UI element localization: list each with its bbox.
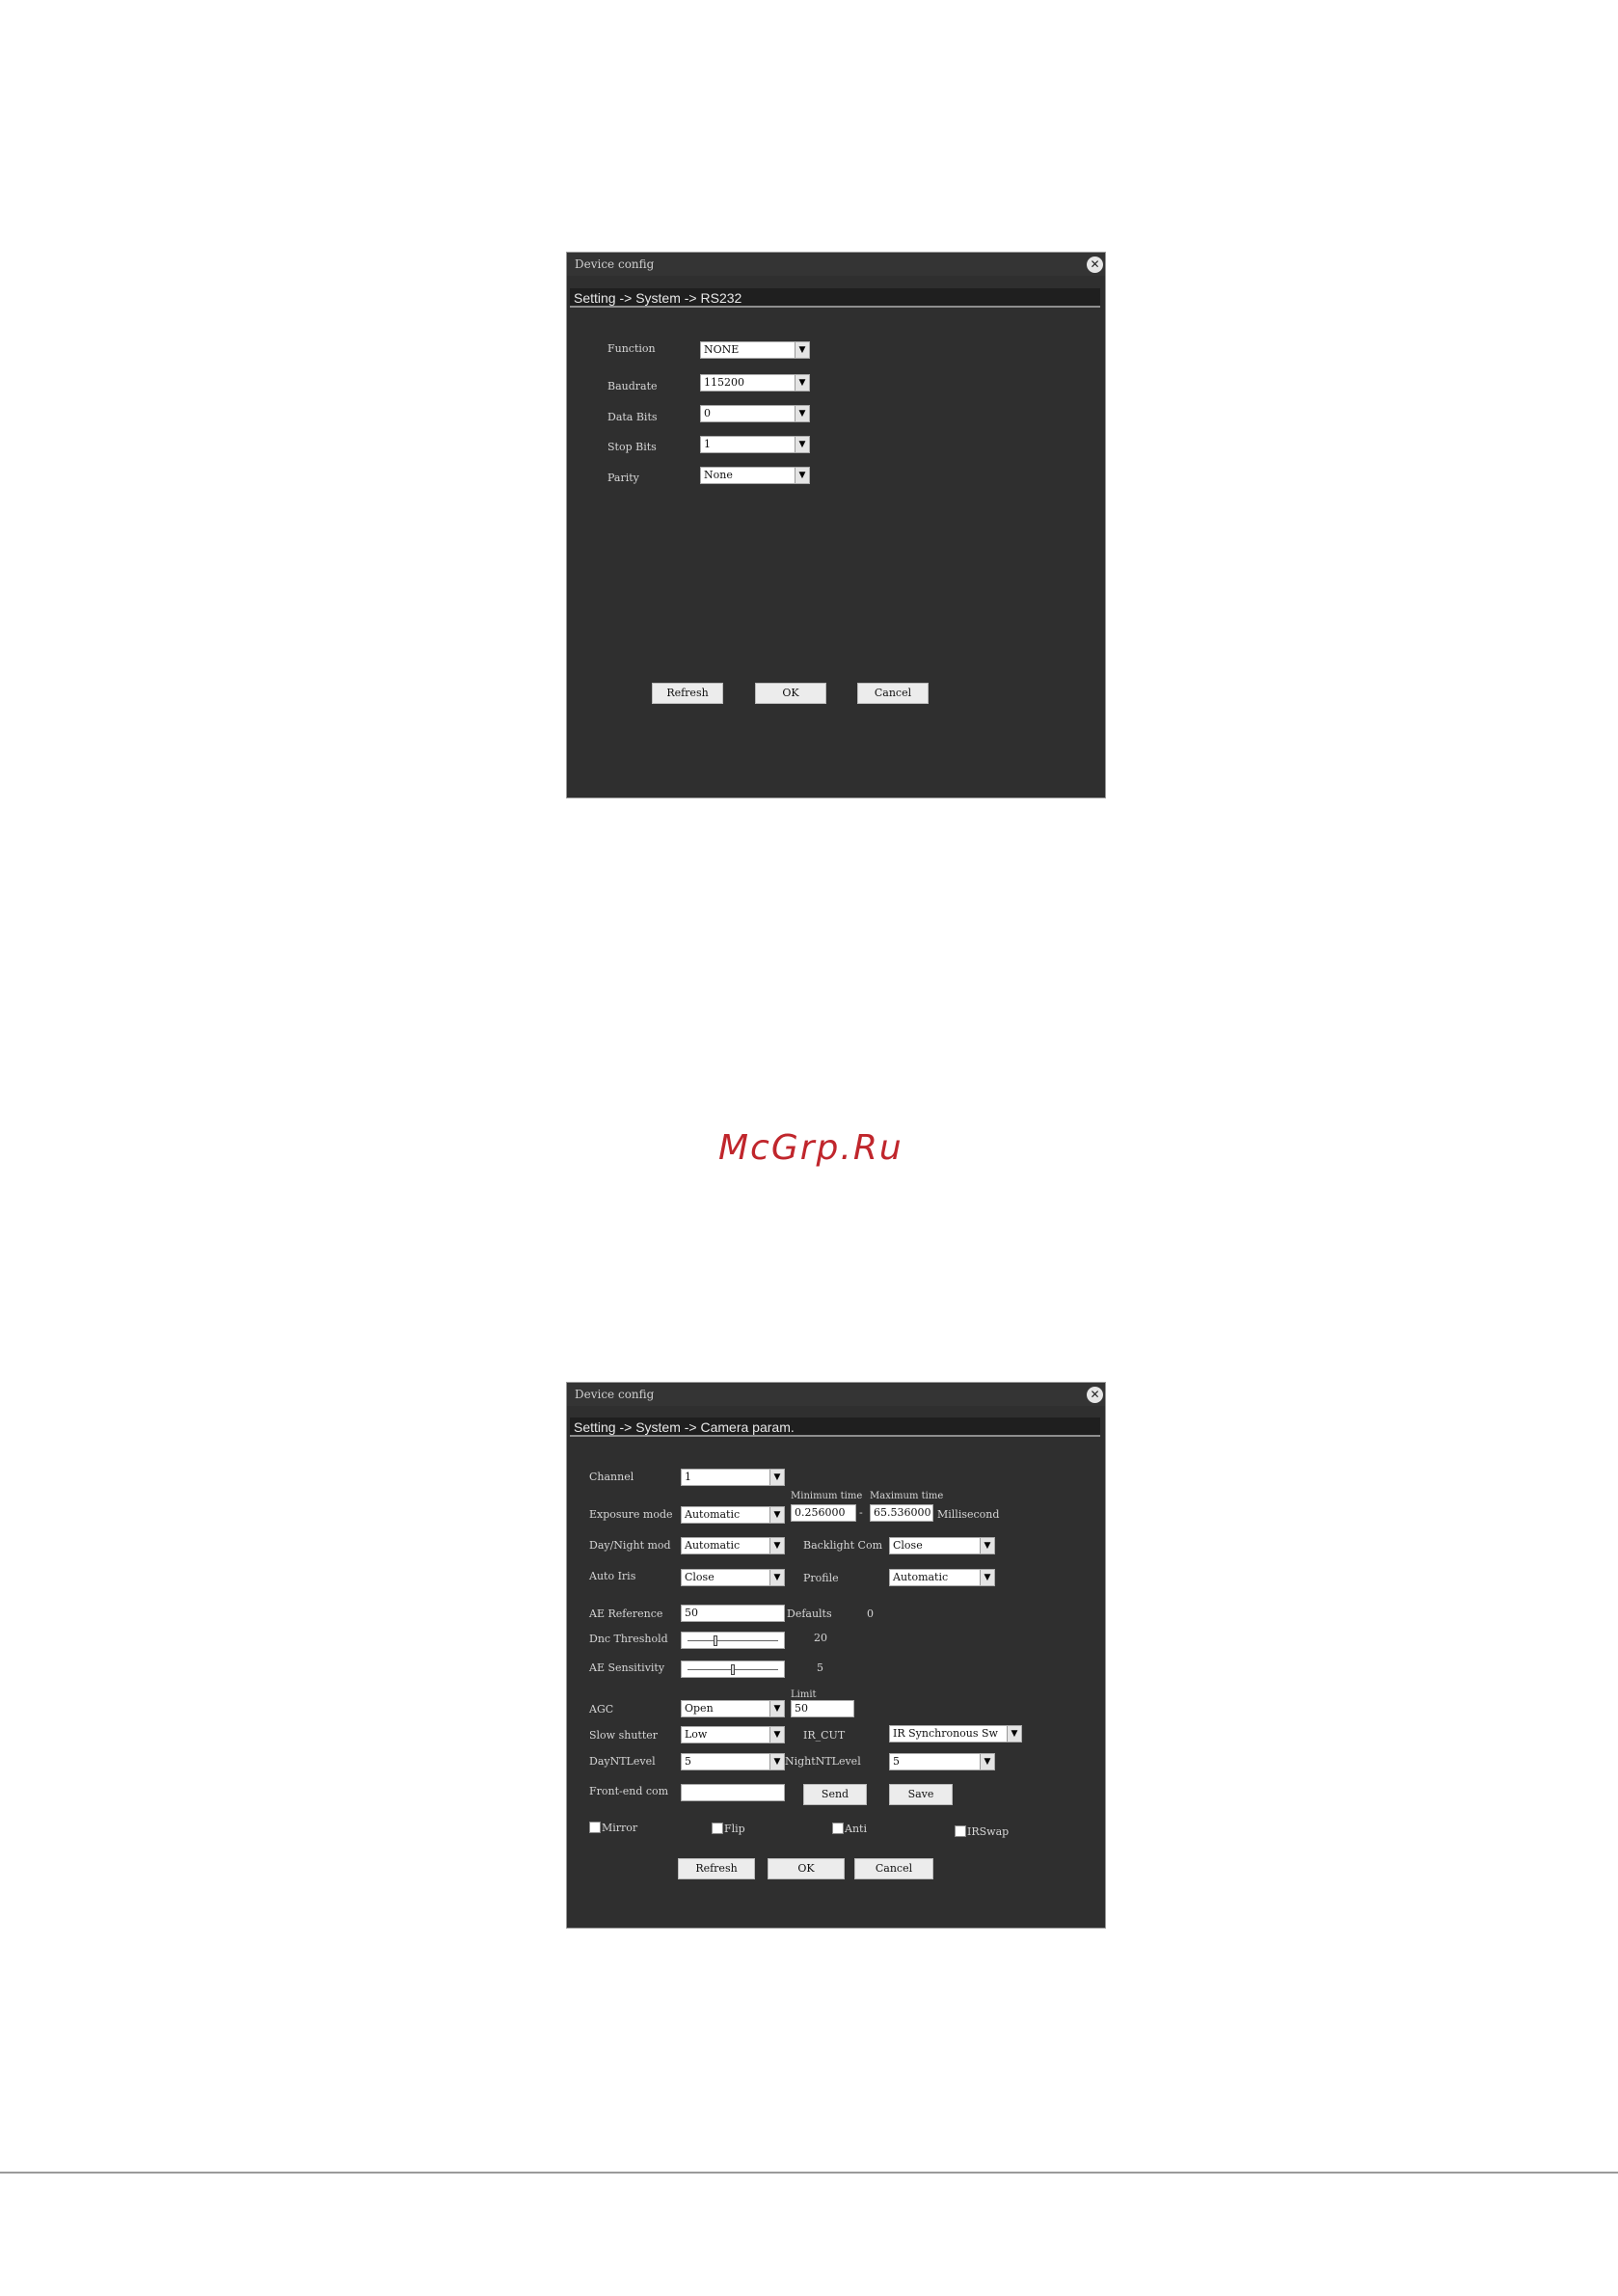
dialog-title: Device config — [567, 1383, 1105, 1406]
aesens-slider[interactable] — [681, 1661, 785, 1678]
slider-thumb[interactable] — [714, 1635, 717, 1646]
breadcrumb: Setting -> System -> RS232 — [570, 288, 1100, 308]
chevron-down-icon: ▼ — [795, 437, 809, 452]
dnc-value: 20 — [814, 1632, 827, 1644]
max-time-input[interactable]: 65.536000 — [870, 1504, 933, 1522]
min-time-input[interactable]: 0.256000 — [791, 1504, 856, 1522]
ircut-label: IR_CUT — [803, 1729, 846, 1742]
frontend-label: Front-end com — [589, 1785, 669, 1797]
limit-label: Limit — [791, 1689, 817, 1700]
time-range-dash: - — [859, 1506, 863, 1519]
close-icon[interactable]: ✕ — [1087, 257, 1103, 273]
dnc-label: Dnc Threshold — [589, 1633, 668, 1645]
autoiris-select[interactable]: Close ▼ — [681, 1569, 785, 1586]
agc-label: AGC — [589, 1703, 614, 1715]
profile-label: Profile — [803, 1572, 839, 1584]
slowshutter-label: Slow shutter — [589, 1729, 659, 1742]
profile-select[interactable]: Automatic ▼ — [889, 1569, 995, 1586]
chevron-down-icon: ▼ — [769, 1701, 784, 1716]
millisecond-label: Millisecond — [937, 1508, 1000, 1521]
channel-label: Channel — [589, 1471, 634, 1483]
databits-label: Data Bits — [607, 411, 658, 423]
aeref-label: AE Reference — [589, 1607, 663, 1620]
chevron-down-icon: ▼ — [795, 375, 809, 391]
agc-select[interactable]: Open ▼ — [681, 1700, 785, 1717]
mirror-label: Mirror — [602, 1822, 638, 1834]
chevron-down-icon: ▼ — [769, 1507, 784, 1523]
cancel-button[interactable]: Cancel — [854, 1858, 933, 1879]
anti-checkbox[interactable] — [832, 1823, 844, 1834]
irswap-label: IRSwap — [967, 1825, 1010, 1838]
chevron-down-icon: ▼ — [795, 468, 809, 483]
refresh-button[interactable]: Refresh — [652, 683, 723, 704]
aesens-value: 5 — [817, 1661, 823, 1674]
defaults-label: Defaults — [787, 1607, 832, 1620]
chevron-down-icon: ▼ — [795, 406, 809, 421]
flip-label: Flip — [724, 1823, 745, 1835]
autoiris-label: Auto Iris — [589, 1570, 636, 1582]
backlight-label: Backlight Com — [803, 1539, 883, 1552]
stopbits-select[interactable]: 1 ▼ — [700, 436, 810, 453]
ircut-select[interactable]: IR Synchronous Sw ▼ — [889, 1725, 1022, 1742]
parity-label: Parity — [607, 472, 639, 484]
defaults-value: 0 — [867, 1607, 874, 1620]
slowshutter-select[interactable]: Low ▼ — [681, 1726, 785, 1743]
exposure-label: Exposure mode — [589, 1508, 673, 1521]
dialog-title: Device config — [567, 253, 1105, 276]
max-time-label: Maximum time — [870, 1491, 944, 1501]
slider-track — [688, 1640, 778, 1641]
slider-thumb[interactable] — [731, 1664, 735, 1675]
chevron-down-icon: ▼ — [980, 1538, 994, 1553]
frontend-input[interactable] — [681, 1784, 785, 1801]
breadcrumb: Setting -> System -> Camera param. — [570, 1418, 1100, 1437]
nightnt-select[interactable]: 5 ▼ — [889, 1753, 995, 1770]
footer-divider — [0, 2172, 1618, 2174]
nightnt-label: NightNTLevel — [785, 1755, 861, 1768]
function-label: Function — [607, 342, 656, 355]
irswap-checkbox[interactable] — [955, 1825, 966, 1837]
ok-button[interactable]: OK — [768, 1858, 845, 1879]
limit-input[interactable]: 50 — [791, 1700, 854, 1717]
daynt-select[interactable]: 5 ▼ — [681, 1753, 785, 1770]
chevron-down-icon: ▼ — [769, 1470, 784, 1485]
send-button[interactable]: Send — [803, 1784, 867, 1805]
cancel-button[interactable]: Cancel — [857, 683, 929, 704]
aeref-input[interactable]: 50 — [681, 1605, 785, 1622]
min-time-label: Minimum time — [791, 1491, 863, 1501]
rs232-dialog: Device config ✕ Setting -> System -> RS2… — [566, 252, 1106, 798]
stopbits-label: Stop Bits — [607, 441, 657, 453]
chevron-down-icon: ▼ — [769, 1570, 784, 1585]
chevron-down-icon: ▼ — [769, 1538, 784, 1553]
daynight-select[interactable]: Automatic ▼ — [681, 1537, 785, 1554]
watermark: McGrp.Ru — [718, 1128, 903, 1168]
exposure-select[interactable]: Automatic ▼ — [681, 1506, 785, 1524]
camera-param-dialog: Device config ✕ Setting -> System -> Cam… — [566, 1382, 1106, 1929]
backlight-select[interactable]: Close ▼ — [889, 1537, 995, 1554]
close-icon[interactable]: ✕ — [1087, 1387, 1103, 1403]
chevron-down-icon: ▼ — [1007, 1726, 1021, 1742]
mirror-checkbox[interactable] — [589, 1822, 601, 1833]
chevron-down-icon: ▼ — [795, 342, 809, 358]
daynight-label: Day/Night mod — [589, 1539, 671, 1552]
daynt-label: DayNTLevel — [589, 1755, 656, 1768]
refresh-button[interactable]: Refresh — [678, 1858, 755, 1879]
dnc-slider[interactable] — [681, 1632, 785, 1649]
save-button[interactable]: Save — [889, 1784, 953, 1805]
function-select[interactable]: NONE ▼ — [700, 341, 810, 359]
channel-select[interactable]: 1 ▼ — [681, 1469, 785, 1486]
ok-button[interactable]: OK — [755, 683, 826, 704]
parity-select[interactable]: None ▼ — [700, 467, 810, 484]
baudrate-select[interactable]: 115200 ▼ — [700, 374, 810, 392]
chevron-down-icon: ▼ — [769, 1727, 784, 1742]
chevron-down-icon: ▼ — [980, 1754, 994, 1769]
aesens-label: AE Sensitivity — [589, 1661, 665, 1674]
baudrate-label: Baudrate — [607, 380, 658, 392]
chevron-down-icon: ▼ — [769, 1754, 784, 1769]
chevron-down-icon: ▼ — [980, 1570, 994, 1585]
databits-select[interactable]: 0 ▼ — [700, 405, 810, 422]
flip-checkbox[interactable] — [712, 1823, 723, 1834]
anti-label: Anti — [845, 1823, 867, 1835]
